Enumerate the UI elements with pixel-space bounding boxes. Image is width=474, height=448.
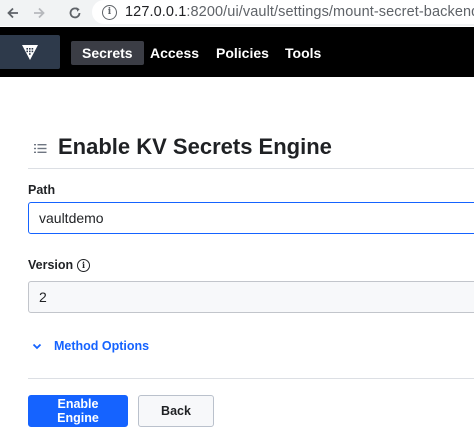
version-label: Version — [28, 258, 74, 272]
list-icon — [34, 144, 47, 153]
reload-icon[interactable] — [62, 0, 88, 26]
address-bar[interactable]: i 127.0.0.1:8200/ui/vault/settings/mount… — [92, 0, 474, 24]
footer-divider — [28, 378, 474, 379]
info-icon[interactable]: i — [77, 259, 90, 272]
top-navbar: Secrets Access Policies Tools — [0, 27, 474, 77]
site-info-icon[interactable]: i — [102, 4, 117, 20]
url-path: :8200/ui/vault/settings/mount-secret-bac… — [186, 4, 474, 20]
nav-policies[interactable]: Policies — [205, 41, 280, 65]
version-input[interactable] — [28, 281, 474, 313]
back-button[interactable]: Back — [138, 395, 214, 427]
path-input[interactable] — [28, 202, 474, 234]
nav-tools[interactable]: Tools — [274, 41, 332, 65]
url-text: 127.0.0.1:8200/ui/vault/settings/mount-s… — [125, 4, 474, 20]
forward-arrow-icon[interactable] — [26, 0, 52, 26]
chevron-down-icon — [32, 343, 42, 350]
vault-triangle-icon — [22, 45, 38, 60]
vault-logo[interactable] — [0, 35, 60, 69]
nav-secrets[interactable]: Secrets — [71, 41, 144, 65]
enable-engine-button[interactable]: Enable Engine — [28, 395, 128, 427]
page-title: Enable KV Secrets Engine — [58, 134, 332, 159]
method-options-toggle[interactable]: Method Options — [32, 339, 149, 353]
url-host: 127.0.0.1 — [125, 4, 187, 20]
header-divider — [28, 168, 474, 169]
method-options-label: Method Options — [54, 339, 150, 353]
browser-toolbar: i 127.0.0.1:8200/ui/vault/settings/mount… — [0, 0, 474, 26]
path-label: Path — [28, 183, 56, 197]
nav-access[interactable]: Access — [139, 41, 210, 65]
back-arrow-icon[interactable] — [0, 0, 26, 26]
